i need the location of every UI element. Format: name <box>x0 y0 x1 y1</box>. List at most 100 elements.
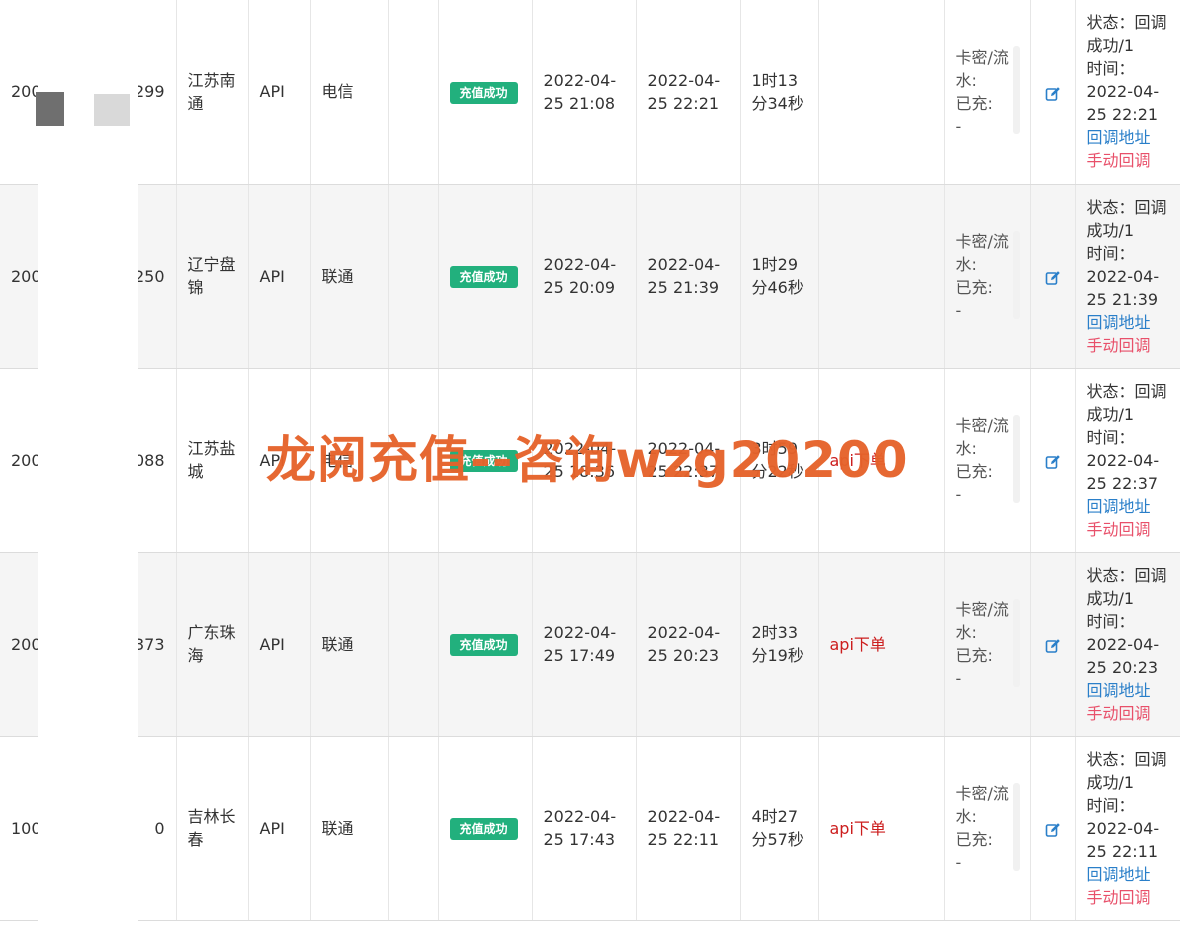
status-cell: 充值成功 <box>438 184 533 369</box>
note-cell: api下单 <box>818 736 945 921</box>
channel-cell: API <box>248 368 311 553</box>
callback-status: 状态：回调成功/1 <box>1086 197 1167 240</box>
callback-cell: 状态：回调成功/1 时间：2022-04-25 20:23 回调地址 手动回调 <box>1075 552 1180 737</box>
card-info-text: 卡密/流水: 已充: - <box>955 232 1009 320</box>
channel-cell: API <box>248 0 311 185</box>
callback-status: 状态：回调成功/1 <box>1086 749 1167 792</box>
duration-cell: 3时59分22秒 <box>740 368 819 553</box>
redaction-mask <box>38 0 138 926</box>
edit-cell <box>1030 552 1076 737</box>
card-info-cell: 卡密/流水: 已充: - <box>944 368 1031 553</box>
table-row: 200 3299 江苏南通 API 电信 充值成功 2022-04-25 21:08 2022… <box>0 0 1180 185</box>
created-time-cell: 2022-04-25 18:36 <box>532 368 637 553</box>
card-scrollbar <box>1012 46 1020 134</box>
region-cell: 江苏盐城 <box>176 368 249 553</box>
table-row: 200 250 辽宁盘锦 API 联通 充值成功 2022-04-25 20:09 2022-… <box>0 184 1180 369</box>
duration-cell: 1时13分34秒 <box>740 0 819 185</box>
card-info-text: 卡密/流水: 已充: - <box>955 784 1009 872</box>
status-badge: 充值成功 <box>449 81 518 104</box>
empty-cell <box>388 368 439 553</box>
note-cell: api下单 <box>818 552 945 737</box>
finished-time-cell: 2022-04-25 21:39 <box>636 184 741 369</box>
callback-url-link[interactable]: 回调地址 <box>1087 495 1169 518</box>
card-info-text: 卡密/流水: 已充: - <box>955 600 1009 688</box>
manual-callback-link[interactable]: 手动回调 <box>1087 149 1169 172</box>
edit-icon[interactable] <box>1045 269 1061 285</box>
status-badge: 充值成功 <box>449 818 518 840</box>
channel-cell: API <box>248 552 311 737</box>
table-row: 100 0 吉林长春 API 联通 充值成功 2022-04-25 17:43 2022-04… <box>0 736 1180 921</box>
edit-icon[interactable] <box>1045 821 1061 837</box>
orders-table-body: 200 3299 江苏南通 API 电信 充值成功 2022-04-25 21:08 2022… <box>0 0 1180 921</box>
edit-cell <box>1030 184 1076 369</box>
status-cell: 充值成功 <box>438 736 533 921</box>
empty-cell <box>388 552 439 737</box>
carrier-cell: 电信 <box>310 0 389 185</box>
manual-callback-link[interactable]: 手动回调 <box>1087 518 1169 541</box>
callback-url-link[interactable]: 回调地址 <box>1087 311 1169 334</box>
note-cell <box>818 184 945 369</box>
region-cell: 辽宁盘锦 <box>176 184 249 369</box>
card-info-text: 卡密/流水: 已充: - <box>955 416 1009 504</box>
card-info-cell: 卡密/流水: 已充: - <box>944 184 1031 369</box>
empty-cell <box>388 0 439 185</box>
table-row: 200 088 江苏盐城 API 电信 充值成功 2022-04-25 18:36 2022-… <box>0 368 1180 553</box>
finished-time-cell: 2022-04-25 20:23 <box>636 552 741 737</box>
callback-time: 时间：2022-04-25 22:21 <box>1086 59 1160 125</box>
callback-time: 时间：2022-04-25 22:11 <box>1086 795 1160 861</box>
callback-cell: 状态：回调成功/1 时间：2022-04-25 22:11 回调地址 手动回调 <box>1075 736 1180 921</box>
callback-url-link[interactable]: 回调地址 <box>1087 126 1169 149</box>
edit-cell <box>1030 0 1076 185</box>
carrier-cell: 联通 <box>310 552 389 737</box>
channel-cell: API <box>248 736 311 921</box>
callback-cell: 状态：回调成功/1 时间：2022-04-25 22:21 回调地址 手动回调 <box>1075 0 1180 185</box>
created-time-cell: 2022-04-25 21:08 <box>532 0 637 185</box>
card-info-cell: 卡密/流水: 已充: - <box>944 552 1031 737</box>
created-time-cell: 2022-04-25 17:43 <box>532 736 637 921</box>
edit-icon[interactable] <box>1045 453 1061 469</box>
status-badge: 充值成功 <box>449 266 518 288</box>
card-info-cell: 卡密/流水: 已充: - <box>944 736 1031 921</box>
edit-cell <box>1030 736 1076 921</box>
mosaic-block <box>94 94 130 126</box>
orders-table: 200 3299 江苏南通 API 电信 充值成功 2022-04-25 21:08 2022… <box>0 0 1180 921</box>
carrier-cell: 联通 <box>310 736 389 921</box>
carrier-cell: 电信 <box>310 368 389 553</box>
card-scrollbar <box>1012 230 1020 319</box>
callback-status: 状态：回调成功/1 <box>1086 565 1167 608</box>
callback-time: 时间：2022-04-25 20:23 <box>1086 611 1160 677</box>
callback-cell: 状态：回调成功/1 时间：2022-04-25 22:37 回调地址 手动回调 <box>1075 368 1180 553</box>
manual-callback-link[interactable]: 手动回调 <box>1087 334 1169 357</box>
note-cell: api下单 <box>818 368 945 553</box>
callback-url-link[interactable]: 回调地址 <box>1087 863 1169 886</box>
region-cell: 广东珠海 <box>176 552 249 737</box>
callback-cell: 状态：回调成功/1 时间：2022-04-25 21:39 回调地址 手动回调 <box>1075 184 1180 369</box>
duration-cell: 1时29分46秒 <box>740 184 819 369</box>
callback-time: 时间：2022-04-25 21:39 <box>1086 243 1160 309</box>
table-row: 200 373 广东珠海 API 联通 充值成功 2022-04-25 17:49 2022-… <box>0 552 1180 737</box>
manual-callback-link[interactable]: 手动回调 <box>1087 702 1169 725</box>
edit-icon[interactable] <box>1045 637 1061 653</box>
manual-callback-link[interactable]: 手动回调 <box>1087 886 1169 909</box>
carrier-cell: 联通 <box>310 184 389 369</box>
finished-time-cell: 2022-04-25 22:37 <box>636 368 741 553</box>
created-time-cell: 2022-04-25 20:09 <box>532 184 637 369</box>
callback-time: 时间：2022-04-25 22:37 <box>1086 427 1160 493</box>
duration-cell: 2时33分19秒 <box>740 552 819 737</box>
status-cell: 充值成功 <box>438 368 533 553</box>
empty-cell <box>388 736 439 921</box>
card-scrollbar <box>1012 414 1020 503</box>
duration-cell: 4时27分57秒 <box>740 736 819 921</box>
empty-cell <box>388 184 439 369</box>
card-info-text: 卡密/流水: 已充: - <box>955 47 1009 136</box>
channel-cell: API <box>248 184 311 369</box>
callback-status: 状态：回调成功/1 <box>1086 381 1167 424</box>
note-cell <box>818 0 945 185</box>
callback-url-link[interactable]: 回调地址 <box>1087 679 1169 702</box>
region-cell: 吉林长春 <box>176 736 249 921</box>
callback-status: 状态：回调成功/1 <box>1086 13 1167 56</box>
edit-icon[interactable] <box>1045 85 1061 101</box>
status-cell: 充值成功 <box>438 0 533 185</box>
status-badge: 充值成功 <box>449 450 518 472</box>
status-cell: 充值成功 <box>438 552 533 737</box>
